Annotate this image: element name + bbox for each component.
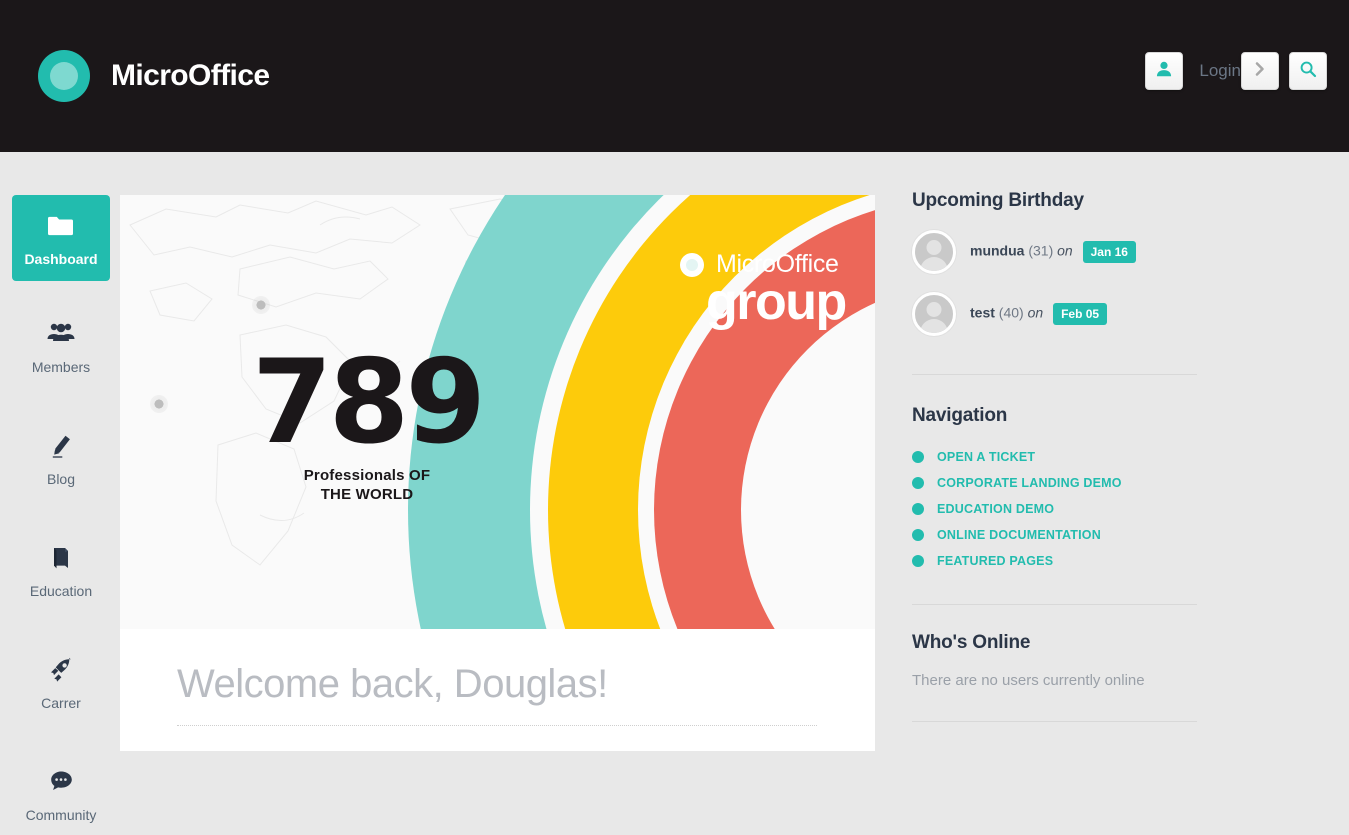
sidebar-item-label: Dashboard: [24, 251, 98, 267]
header-nav-buttons: [1241, 52, 1327, 90]
header-account-area: Login: [1145, 52, 1241, 90]
whos-online-widget: Who's Online There are no users currentl…: [912, 632, 1197, 689]
hero-number: 789: [251, 335, 486, 470]
next-button[interactable]: [1241, 52, 1279, 90]
bullet-icon: [912, 451, 924, 463]
hero-caption-line-2: THE WORLD: [320, 485, 414, 503]
login-link[interactable]: Login: [1199, 61, 1241, 81]
birthday-user-name[interactable]: mundua: [970, 243, 1024, 259]
hero-logo-line-2: group: [706, 273, 847, 331]
left-sidebar: Dashboard Members Blog Education Carrer …: [0, 152, 122, 823]
birthday-list-item: mundua (31) on Jan 16: [912, 230, 1197, 274]
nav-link-featured-pages[interactable]: FEATURED PAGES: [912, 554, 1197, 568]
bullet-icon: [912, 555, 924, 567]
nav-link-corporate-landing-demo[interactable]: CORPORATE LANDING DEMO: [912, 476, 1197, 490]
user-icon: [1155, 60, 1173, 83]
hero-caption: Professionals OF THE WORLD: [202, 467, 532, 505]
comment-icon: [12, 769, 110, 799]
avatar: [912, 230, 956, 274]
avatar: [912, 292, 956, 336]
sidebar-item-label: Carrer: [41, 695, 81, 711]
birthday-user-age: (40): [998, 304, 1024, 321]
site-header: MicroOffice Login: [0, 0, 1349, 152]
section-divider: [912, 721, 1197, 722]
navigation-heading: Navigation: [912, 405, 1008, 426]
welcome-divider: [177, 725, 817, 726]
birthday-user-name[interactable]: test: [970, 305, 995, 321]
whos-online-heading: Who's Online: [912, 632, 1031, 653]
map-marker-dot: [252, 296, 270, 314]
search-button[interactable]: [1289, 52, 1327, 90]
nav-link-label: CORPORATE LANDING DEMO: [937, 476, 1122, 490]
map-marker-dot: [150, 395, 168, 413]
chevron-right-icon: [1251, 60, 1269, 83]
navigation-widget: Navigation OPEN A TICKET CORPORATE LANDI…: [912, 405, 1197, 568]
search-icon: [1299, 60, 1317, 83]
birthday-date-badge[interactable]: Feb 05: [1053, 303, 1108, 325]
folder-icon: [12, 213, 110, 243]
bullet-icon: [912, 477, 924, 489]
circle-logo-icon: [680, 252, 704, 277]
welcome-panel: Welcome back, Douglas!: [120, 629, 875, 751]
sidebar-item-carrer[interactable]: Carrer: [12, 641, 110, 723]
page-title: Welcome back, Douglas!: [177, 662, 608, 706]
users-icon: [12, 321, 110, 351]
nav-link-label: ONLINE DOCUMENTATION: [937, 528, 1101, 542]
sidebar-item-community[interactable]: Community: [12, 753, 110, 835]
bullet-icon: [912, 529, 924, 541]
nav-link-open-a-ticket[interactable]: OPEN A TICKET: [912, 450, 1197, 464]
nav-link-label: OPEN A TICKET: [937, 450, 1036, 464]
brand-title: MicroOffice: [111, 59, 270, 92]
section-divider: [912, 374, 1197, 375]
sidebar-item-label: Community: [25, 807, 97, 823]
circle-logo-icon: [38, 50, 90, 102]
brand-logo[interactable]: MicroOffice: [38, 50, 270, 102]
sidebar-item-label: Blog: [46, 471, 76, 487]
sidebar-nav-list: Dashboard Members Blog Education Carrer …: [0, 152, 122, 835]
book-icon: [12, 545, 110, 575]
pencil-icon: [12, 433, 110, 463]
nav-link-online-documentation[interactable]: ONLINE DOCUMENTATION: [912, 528, 1197, 542]
nav-link-education-demo[interactable]: EDUCATION DEMO: [912, 502, 1197, 516]
sidebar-item-education[interactable]: Education: [12, 529, 110, 611]
birthday-entry-text: mundua (31) on Jan 16: [970, 241, 1136, 263]
right-sidebar: Upcoming Birthday mundua (31) on Jan 16 …: [912, 190, 1197, 722]
sidebar-item-blog[interactable]: Blog: [12, 417, 110, 499]
nav-link-label: EDUCATION DEMO: [937, 502, 1055, 516]
bullet-icon: [912, 503, 924, 515]
sidebar-item-label: Members: [31, 359, 91, 375]
section-divider: [912, 604, 1197, 605]
user-account-button[interactable]: [1145, 52, 1184, 90]
birthday-date-badge[interactable]: Jan 16: [1082, 241, 1136, 263]
upcoming-birthday-heading: Upcoming Birthday: [912, 190, 1084, 211]
hero-group-logo: MicroOffice group: [680, 250, 847, 331]
birthday-on-word: on: [1057, 242, 1073, 259]
nav-link-label: FEATURED PAGES: [937, 554, 1054, 568]
main-content: 789 Professionals OF THE WORLD MicroOffi…: [120, 195, 875, 751]
birthday-list-item: test (40) on Feb 05: [912, 292, 1197, 336]
birthday-entry-text: test (40) on Feb 05: [970, 303, 1108, 325]
rocket-icon: [12, 657, 110, 687]
hero-statistic: 789 Professionals OF THE WORLD: [202, 345, 532, 505]
sidebar-item-label: Education: [29, 583, 93, 599]
sidebar-item-members[interactable]: Members: [12, 305, 110, 387]
whos-online-empty-message: There are no users currently online: [912, 672, 1145, 689]
birthday-user-age: (31): [1028, 242, 1054, 259]
hero-banner[interactable]: 789 Professionals OF THE WORLD MicroOffi…: [120, 195, 875, 629]
sidebar-item-dashboard[interactable]: Dashboard: [12, 195, 110, 281]
upcoming-birthday-widget: Upcoming Birthday mundua (31) on Jan 16 …: [912, 190, 1197, 336]
birthday-on-word: on: [1027, 304, 1044, 321]
